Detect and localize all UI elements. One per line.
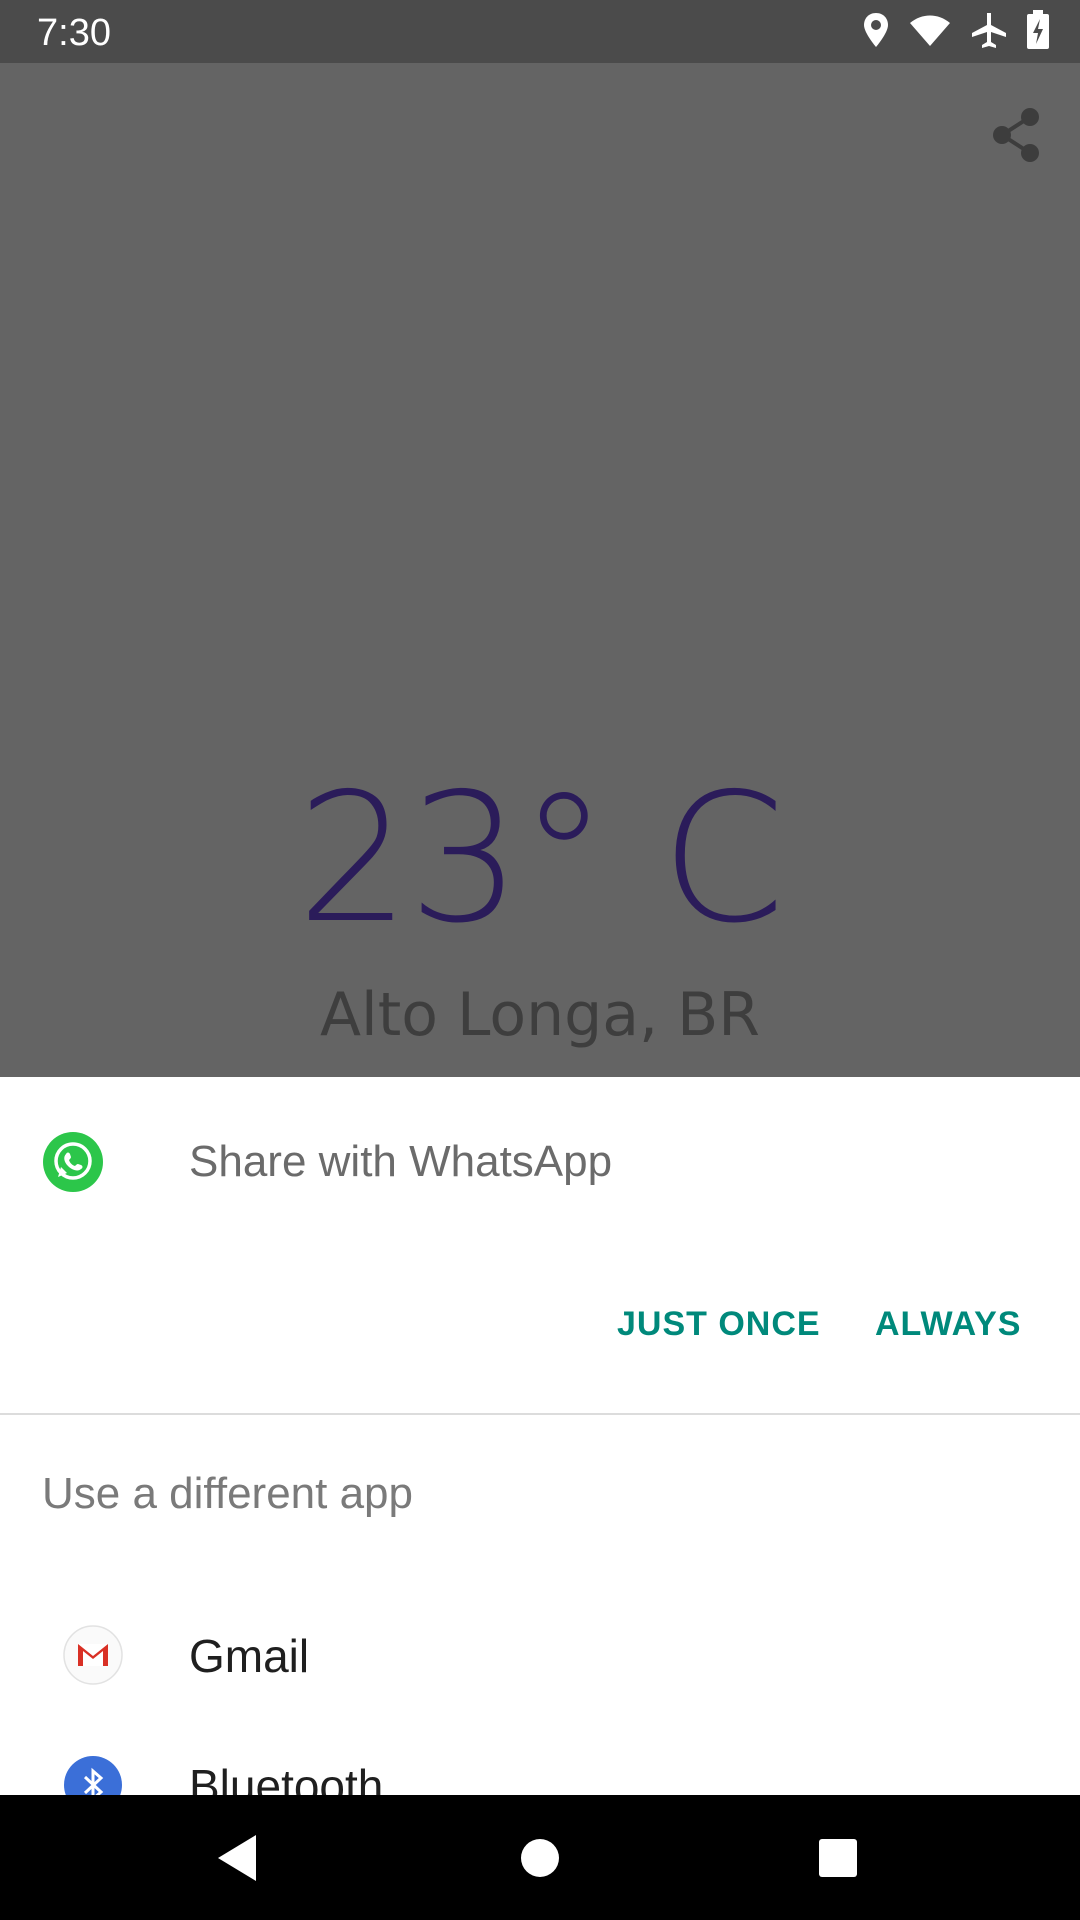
divider [0,1413,1080,1415]
suggested-app-row: Share with WhatsApp [0,1077,1080,1247]
recents-icon[interactable] [816,1836,860,1885]
always-button[interactable]: ALWAYS [875,1305,1021,1344]
app-item-gmail[interactable]: Gmail [0,1609,1080,1739]
airplane-mode-icon [970,11,1008,54]
just-once-button[interactable]: JUST ONCE [617,1305,821,1344]
wifi-icon [908,13,952,52]
status-bar: 7:30 [0,0,1080,63]
status-time: 7:30 [37,12,111,54]
location-name: Alto Longa, BR [320,980,760,1050]
battery-charging-icon [1026,9,1050,55]
temperature-value: 23° C [296,755,785,962]
home-icon[interactable] [518,1836,562,1885]
share-icon[interactable] [990,107,1042,163]
different-app-heading: Use a different app [42,1469,413,1518]
share-bottom-sheet: Share with WhatsApp JUST ONCE ALWAYS Use… [0,1077,1080,1795]
bluetooth-icon [63,1755,123,1795]
app-label-gmail: Gmail [189,1630,310,1682]
location-icon [862,11,890,54]
status-icons [862,9,1050,55]
gmail-icon [63,1625,123,1685]
back-icon[interactable] [216,1833,260,1888]
suggested-app-title: Share with WhatsApp [189,1137,613,1186]
whatsapp-icon [42,1131,104,1193]
navigation-bar [0,1795,1080,1920]
app-item-bluetooth[interactable]: Bluetooth [0,1739,1080,1795]
app-label-bluetooth: Bluetooth [189,1760,384,1795]
